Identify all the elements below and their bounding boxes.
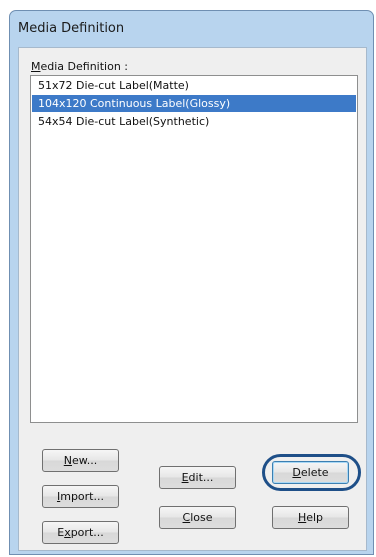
- list-item[interactable]: 54x54 Die-cut Label(Synthetic): [32, 113, 356, 130]
- title-bar[interactable]: Media Definition: [10, 11, 373, 45]
- new-button[interactable]: New...: [42, 449, 119, 472]
- export-button[interactable]: Ex port...: [42, 521, 119, 544]
- help-button[interactable]: Help: [272, 506, 349, 529]
- close-button[interactable]: Close: [159, 506, 236, 529]
- dialog-client-area: Media Definition : 51x72 Die-cut Label(M…: [18, 47, 367, 551]
- window-title: Media Definition: [18, 21, 125, 36]
- media-definition-window: Media Definition Media Definition : 51x7…: [9, 10, 374, 555]
- edit-button[interactable]: Edit...: [159, 466, 236, 489]
- media-definition-list-label: Media Definition :: [31, 60, 129, 73]
- list-item[interactable]: 51x72 Die-cut Label(Matte): [32, 77, 356, 94]
- media-definition-listbox[interactable]: 51x72 Die-cut Label(Matte) 104x120 Conti…: [30, 75, 358, 423]
- import-button[interactable]: Import...: [42, 485, 119, 508]
- list-item-selected[interactable]: 104x120 Continuous Label(Glossy): [32, 95, 356, 112]
- delete-button[interactable]: Delete: [272, 461, 349, 484]
